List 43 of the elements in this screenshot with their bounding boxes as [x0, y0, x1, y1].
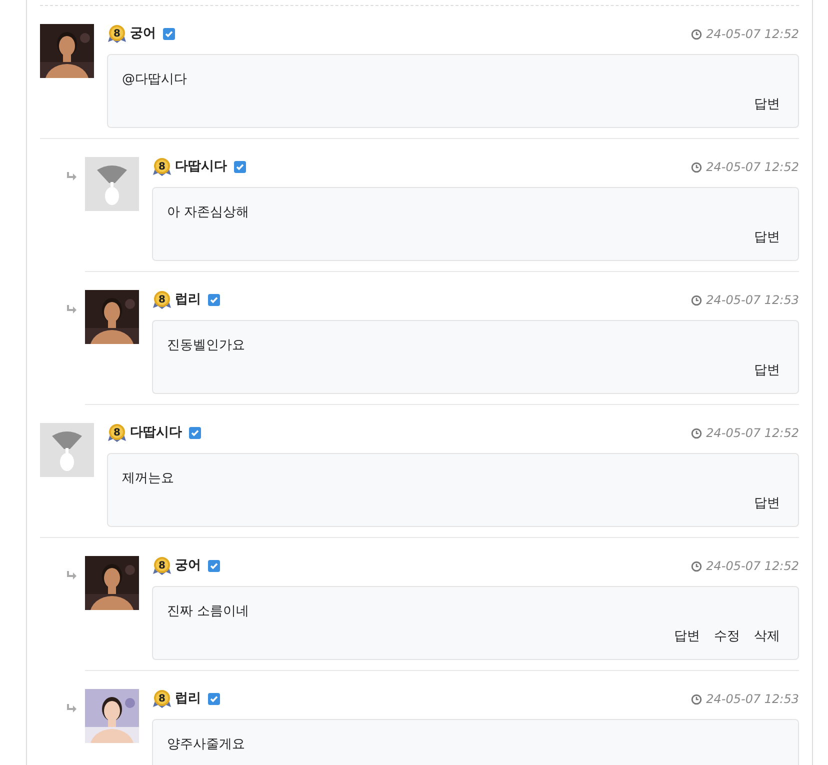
- level-badge: 8: [152, 290, 172, 310]
- clock-icon: [691, 28, 702, 40]
- comment-text: 제꺼는요: [122, 470, 175, 487]
- comment-time: 24-05-07 12:52: [706, 26, 799, 43]
- clock-icon: [691, 428, 702, 438]
- author-name[interactable]: 럽리: [175, 290, 201, 310]
- action-link[interactable]: 답변: [754, 361, 780, 380]
- clock-icon: [691, 694, 702, 704]
- comment-text: @다땁시다: [122, 71, 188, 88]
- author-name[interactable]: 럽리: [175, 689, 201, 709]
- level-badge: 8: [107, 423, 127, 443]
- level-badge: 8: [152, 157, 172, 177]
- action-link[interactable]: 답변: [674, 627, 700, 646]
- action-link[interactable]: 답변: [754, 228, 780, 248]
- level-badge: 8: [152, 556, 172, 576]
- level-badge: 8: [107, 24, 127, 44]
- author-name[interactable]: 다땁시다: [175, 157, 227, 177]
- action-link[interactable]: 삭제: [754, 627, 780, 646]
- reply-arrow-icon: [66, 704, 77, 714]
- default-avatar-icon: [85, 157, 139, 211]
- author-name[interactable]: 다땁시다: [130, 423, 182, 443]
- action-link[interactable]: 답변: [754, 494, 780, 514]
- action-link[interactable]: 수정: [714, 627, 740, 646]
- reply-arrow-icon: [66, 172, 77, 182]
- comment-time: 24-05-07 12:52: [706, 425, 799, 442]
- comment-time: 24-05-07 12:52: [706, 159, 799, 176]
- reply-arrow-icon: [66, 571, 77, 580]
- author-name[interactable]: 궁어: [175, 556, 201, 576]
- comment-text: 진동벨인가요: [167, 337, 246, 354]
- reply-arrow-icon: [66, 305, 77, 314]
- action-link[interactable]: 답변: [754, 95, 780, 114]
- comment-time: 24-05-07 12:53: [706, 691, 799, 708]
- comment-time: 24-05-07 12:52: [706, 558, 799, 575]
- comment-time: 24-05-07 12:53: [706, 292, 799, 309]
- clock-icon: [691, 560, 702, 572]
- clock-icon: [691, 162, 702, 172]
- author-name[interactable]: 궁어: [130, 24, 156, 44]
- comment-text: 아 자존심상해: [167, 204, 250, 221]
- comment-text: 양주사줄게요: [167, 736, 246, 753]
- comment-text: 진짜 소름이네: [167, 603, 250, 620]
- level-badge: 8: [152, 689, 172, 709]
- default-avatar-icon: [40, 423, 94, 477]
- clock-icon: [691, 294, 702, 306]
